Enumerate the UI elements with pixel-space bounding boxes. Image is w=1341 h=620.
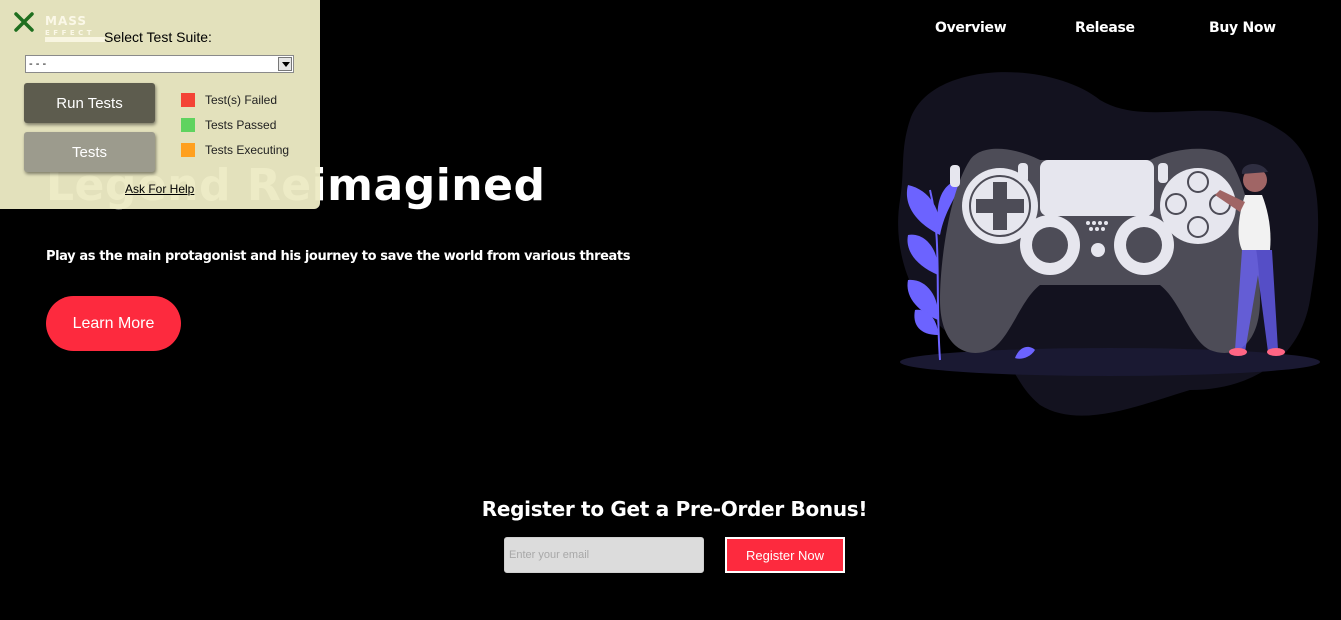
svg-text:EFFECT: EFFECT [45, 29, 95, 37]
learn-more-button[interactable]: Learn More [46, 296, 181, 351]
ask-for-help-link[interactable]: Ask For Help [125, 182, 194, 196]
chevron-down-icon[interactable] [278, 57, 292, 71]
legend-passed-label: Tests Passed [205, 118, 277, 132]
register-now-button[interactable]: Register Now [725, 537, 845, 573]
nav-buy-now-link[interactable]: Buy Now [1209, 20, 1276, 36]
legend-executing-label: Tests Executing [205, 143, 290, 157]
tests-button[interactable]: Tests [24, 132, 155, 172]
email-input[interactable] [504, 537, 704, 573]
hero-subtitle: Play as the main protagonist and his jou… [46, 249, 631, 264]
executing-swatch [181, 143, 195, 157]
selected-suite-value: - - - [29, 58, 47, 70]
failed-swatch [181, 93, 195, 107]
run-tests-button[interactable]: Run Tests [24, 83, 155, 123]
nav-overview-link[interactable]: Overview [935, 20, 1007, 36]
register-title: Register to Get a Pre-Order Bonus! [481, 497, 868, 521]
mass-effect-logo: MASS EFFECT [45, 14, 105, 42]
gamepad-illustration [898, 72, 1320, 416]
test-panel: MASS EFFECT Select Test Suite: - - - Run… [0, 0, 320, 209]
close-icon[interactable] [12, 10, 36, 34]
nav-release-link[interactable]: Release [1075, 20, 1135, 36]
select-suite-label: Select Test Suite: [104, 29, 212, 45]
passed-swatch [181, 118, 195, 132]
legend-failed-label: Test(s) Failed [205, 93, 278, 107]
test-suite-select[interactable]: - - - [25, 55, 294, 73]
svg-text:MASS: MASS [45, 14, 87, 28]
